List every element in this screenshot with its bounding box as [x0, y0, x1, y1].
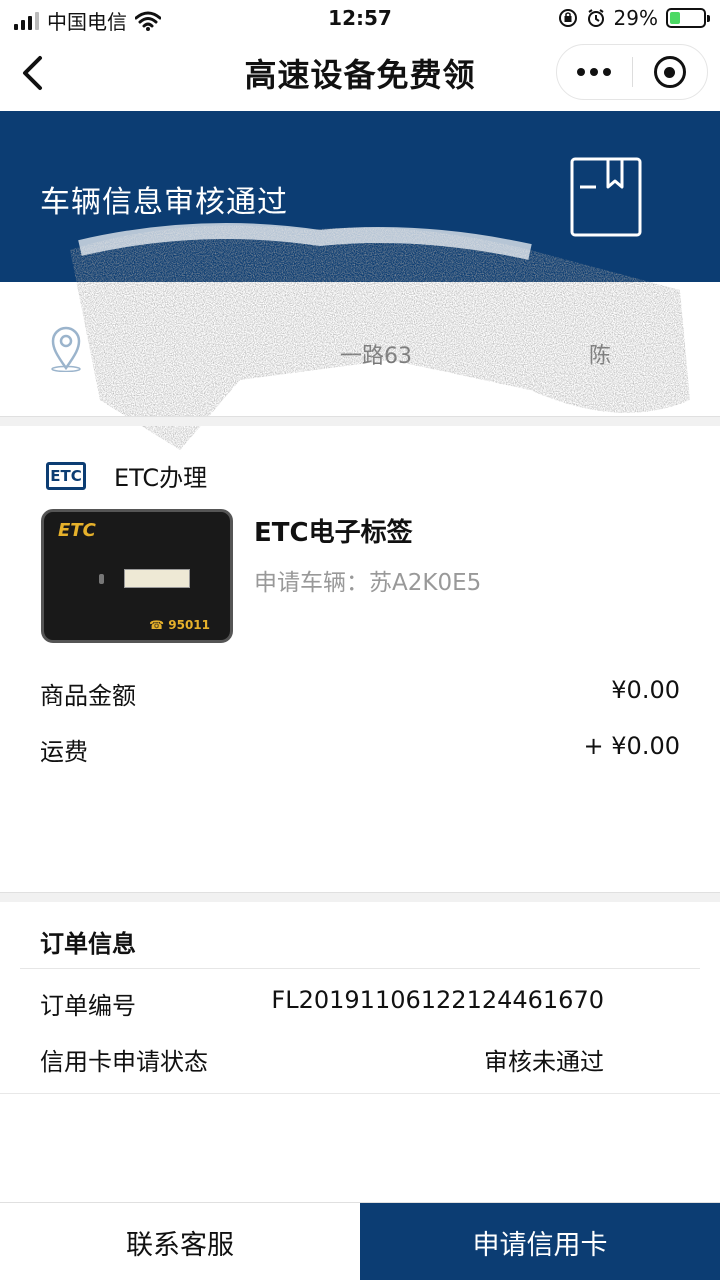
status-banner: 车辆信息审核通过 — [0, 111, 720, 282]
close-miniprogram-button[interactable] — [633, 45, 708, 99]
orientation-lock-icon — [558, 9, 577, 27]
shipping-value: + ¥0.00 — [583, 732, 680, 760]
etc-section-label: ETC办理 — [114, 464, 208, 492]
alarm-icon — [587, 9, 604, 27]
target-icon — [653, 56, 686, 88]
apply-credit-card-button[interactable]: 申请信用卡 — [360, 1203, 720, 1280]
goods-amount-row: 商品金额 ¥0.00 — [40, 676, 680, 711]
order-number-value: FL2019110612212446167​0 — [271, 986, 604, 1014]
card-status-row: 信用卡申请状态 审核未通过 — [40, 1042, 604, 1077]
etc-device-image: ETC ☎ 95011 — [41, 509, 233, 643]
order-info-section: 订单信息 订单编号 FL2019110612212446167​0 信用卡申请状… — [0, 904, 720, 1094]
address-partial: 一路63 — [340, 344, 412, 369]
shipping-label: 运费 — [40, 738, 88, 766]
section-divider — [0, 892, 720, 902]
bottom-action-bar: 联系客服 申请信用卡 — [0, 1202, 720, 1280]
goods-amount-label: 商品金额 — [40, 682, 136, 710]
vehicle-plate: 苏A2K0E5 — [369, 570, 482, 596]
etc-badge-icon: ETC — [46, 461, 86, 490]
nav-bar: 高速设备免费领 — [0, 36, 720, 110]
order-number-row: 订单编号 FL2019110612212446167​0 — [40, 986, 604, 1021]
more-icon — [577, 68, 612, 76]
order-number-label: 订单编号 — [40, 992, 136, 1020]
miniprogram-capsule — [556, 44, 708, 100]
vehicle-info: 申请车辆：苏A2K0E5 — [254, 563, 481, 597]
address-text: 一路63 陈 — [110, 338, 680, 370]
device-logo: ETC — [58, 520, 96, 541]
status-right: 29% — [558, 6, 710, 30]
document-icon — [570, 157, 642, 237]
more-button[interactable] — [557, 45, 632, 99]
order-info-title: 订单信息 — [40, 930, 136, 958]
vehicle-label: 申请车辆： — [254, 570, 369, 596]
card-status-label: 信用卡申请状态 — [40, 1048, 208, 1076]
recipient-partial: 陈 — [589, 344, 612, 369]
section-divider — [0, 416, 720, 426]
device-window — [124, 569, 190, 588]
goods-amount-value: ¥0.00 — [611, 676, 680, 704]
card-status-value: 审核未通过 — [484, 1048, 604, 1076]
address-row[interactable]: 一路63 陈 — [0, 282, 720, 416]
battery-percent: 29% — [613, 6, 658, 30]
status-bar: 中国电信 12:57 29% — [0, 0, 720, 36]
contact-service-button[interactable]: 联系客服 — [0, 1203, 360, 1280]
device-hotline: ☎ 95011 — [149, 618, 210, 632]
product-name: ETC电子标签 — [254, 518, 413, 548]
shipping-row: 运费 + ¥0.00 — [40, 732, 680, 767]
order-info-divider — [20, 968, 700, 969]
location-pin-icon — [51, 326, 81, 372]
battery-icon — [666, 8, 710, 28]
banner-text: 车辆信息审核通过 — [40, 185, 288, 220]
device-led — [99, 574, 104, 584]
etc-section-header: ETC ETC办理 — [46, 458, 207, 493]
